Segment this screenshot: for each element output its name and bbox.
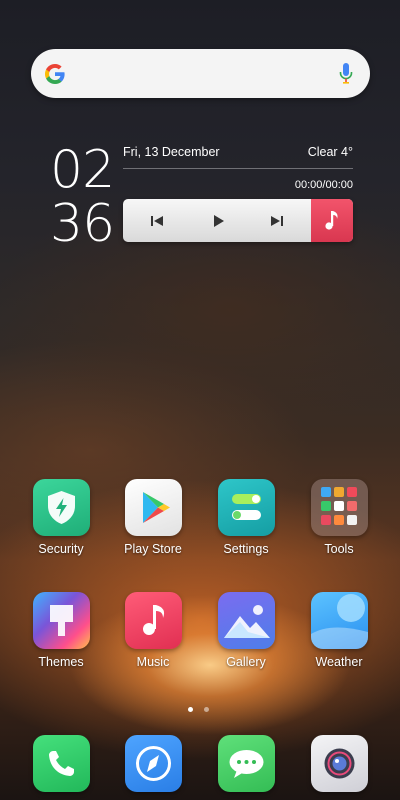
app-label: Settings [223, 542, 269, 556]
app-music[interactable]: Music [113, 592, 193, 669]
app-label: Play Store [124, 542, 182, 556]
play-icon[interactable] [207, 210, 229, 232]
page-dot-active [188, 707, 193, 712]
app-security[interactable]: Security [21, 479, 101, 556]
music-app-button[interactable] [311, 199, 353, 242]
play-store-icon [124, 479, 182, 536]
app-label: Music [136, 655, 170, 669]
music-player-widget [123, 199, 353, 242]
app-settings[interactable]: Settings [206, 479, 286, 556]
date-label: Fri, 13 December [123, 145, 220, 159]
dock-camera[interactable] [299, 735, 379, 792]
page-dot [204, 707, 210, 712]
app-folder-tools[interactable]: Tools [299, 479, 379, 556]
app-label: Weather [315, 655, 363, 669]
previous-icon[interactable] [146, 210, 168, 232]
widget-divider [123, 168, 353, 169]
weather-icon [310, 592, 368, 649]
camera-icon [310, 735, 368, 792]
app-weather[interactable]: Weather [299, 592, 379, 669]
dock-browser[interactable] [113, 735, 193, 792]
wallpaper [0, 0, 400, 800]
weather-label[interactable]: Clear 4° [308, 145, 353, 159]
page-indicator [188, 699, 216, 717]
toggle-icon [217, 479, 275, 536]
clock-minutes: 36 [50, 194, 115, 254]
music-note-icon [124, 592, 182, 649]
clock-hours: 02 [50, 140, 115, 200]
browser-icon [124, 735, 182, 792]
mic-icon[interactable] [338, 61, 354, 86]
messages-icon [217, 735, 275, 792]
dock-phone[interactable] [21, 735, 101, 792]
app-gallery[interactable]: Gallery [206, 592, 286, 669]
app-play-store[interactable]: Play Store [113, 479, 193, 556]
phone-icon [32, 735, 90, 792]
google-search-bar[interactable] [31, 49, 370, 98]
mountain-icon [217, 592, 275, 649]
app-label: Tools [324, 542, 354, 556]
google-g-icon [45, 64, 65, 84]
app-themes[interactable]: Themes [21, 592, 101, 669]
next-icon[interactable] [266, 210, 288, 232]
brush-icon [32, 592, 90, 649]
shield-icon [32, 479, 90, 536]
music-timer: 00:00/00:00 [294, 179, 353, 191]
music-note-icon [325, 211, 338, 230]
dock-messages[interactable] [206, 735, 286, 792]
folder-icon [310, 479, 368, 536]
app-label: Security [38, 542, 84, 556]
app-label: Themes [38, 655, 84, 669]
app-label: Gallery [226, 655, 266, 669]
clock-widget[interactable]: 02 36 [50, 140, 115, 254]
